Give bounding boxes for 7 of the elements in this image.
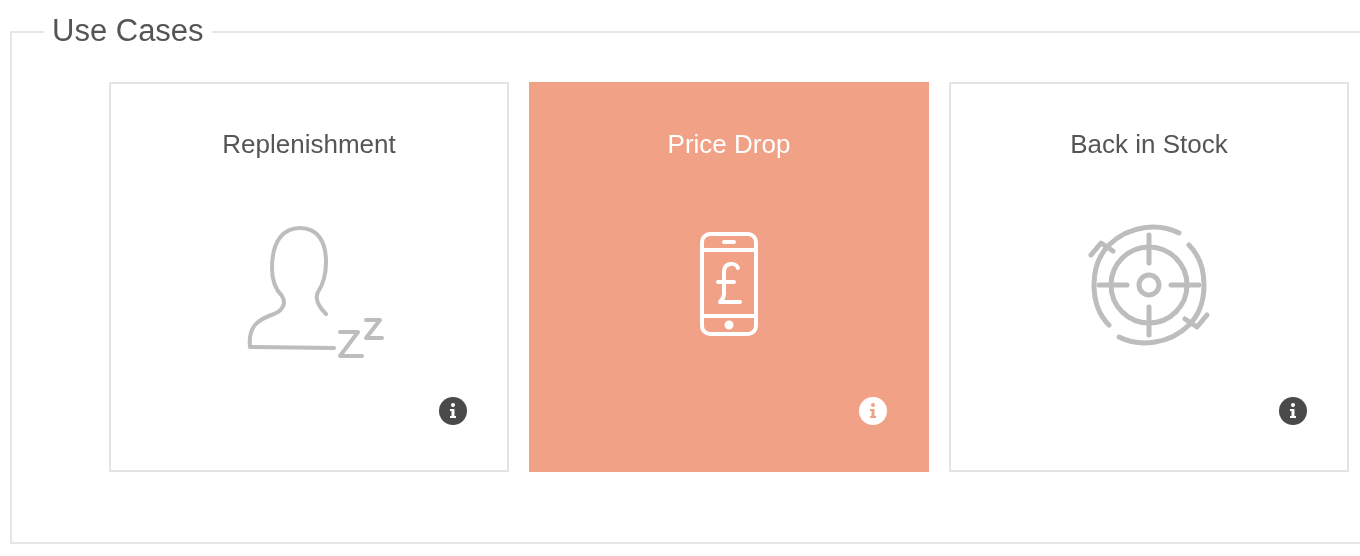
info-icon[interactable] [439, 397, 467, 425]
card-title: Back in Stock [1070, 128, 1228, 160]
use-case-card[interactable]: Back in Stock [949, 82, 1349, 472]
card-title: Price Drop [667, 128, 791, 160]
card-title: Replenishment [222, 128, 396, 160]
use-case-card[interactable]: Replenishment [109, 82, 509, 472]
info-icon[interactable] [1279, 397, 1307, 425]
